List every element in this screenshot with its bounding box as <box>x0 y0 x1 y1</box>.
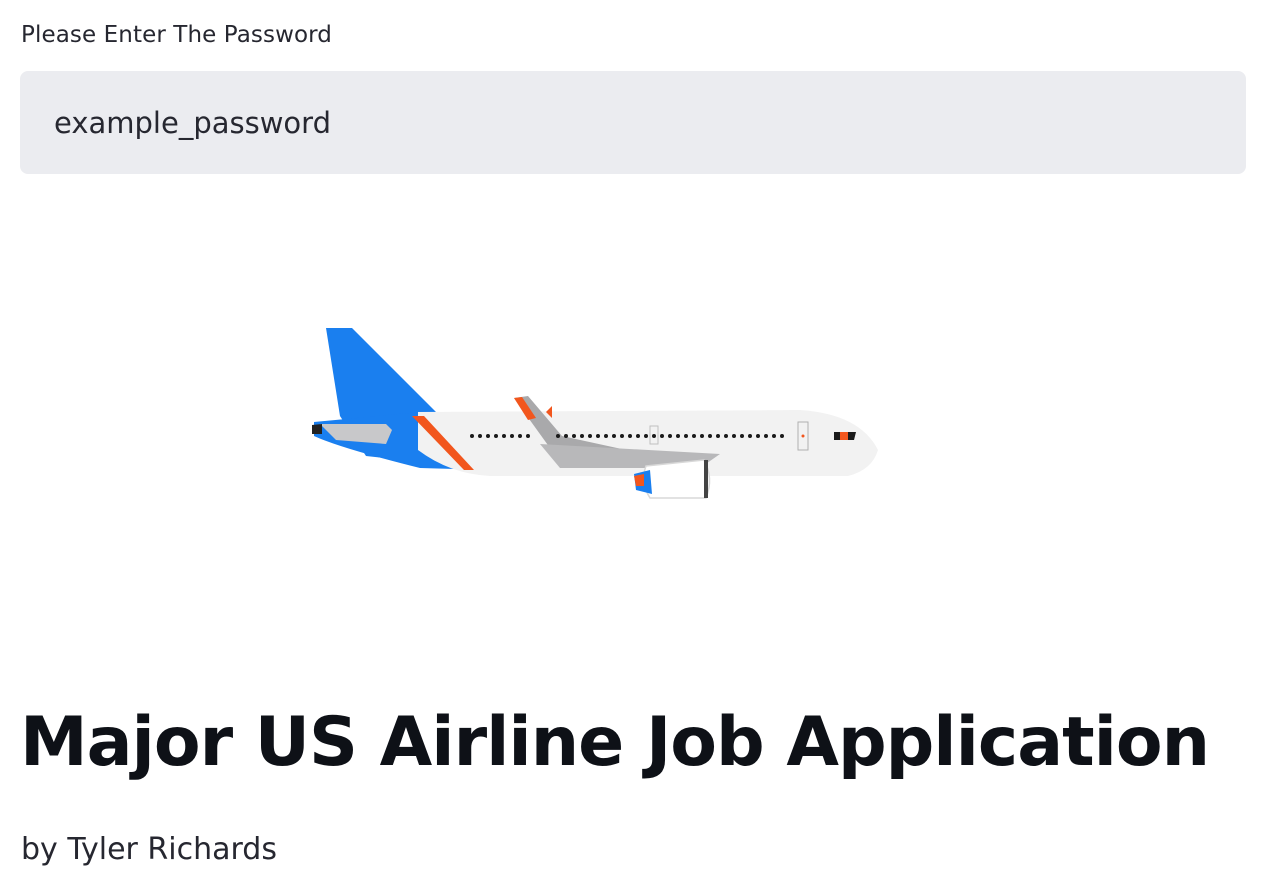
password-field-label: Please Enter The Password <box>21 22 333 48</box>
author-byline: by Tyler Richards <box>21 832 277 867</box>
password-input[interactable] <box>54 71 1224 174</box>
app-page: Please Enter The Password example_passwo… <box>0 0 1263 894</box>
password-field-container[interactable] <box>20 71 1246 174</box>
airplane-engine <box>634 459 711 499</box>
page-title: Major US Airline Job Application <box>20 703 1210 782</box>
airplane-illustration <box>312 328 878 499</box>
